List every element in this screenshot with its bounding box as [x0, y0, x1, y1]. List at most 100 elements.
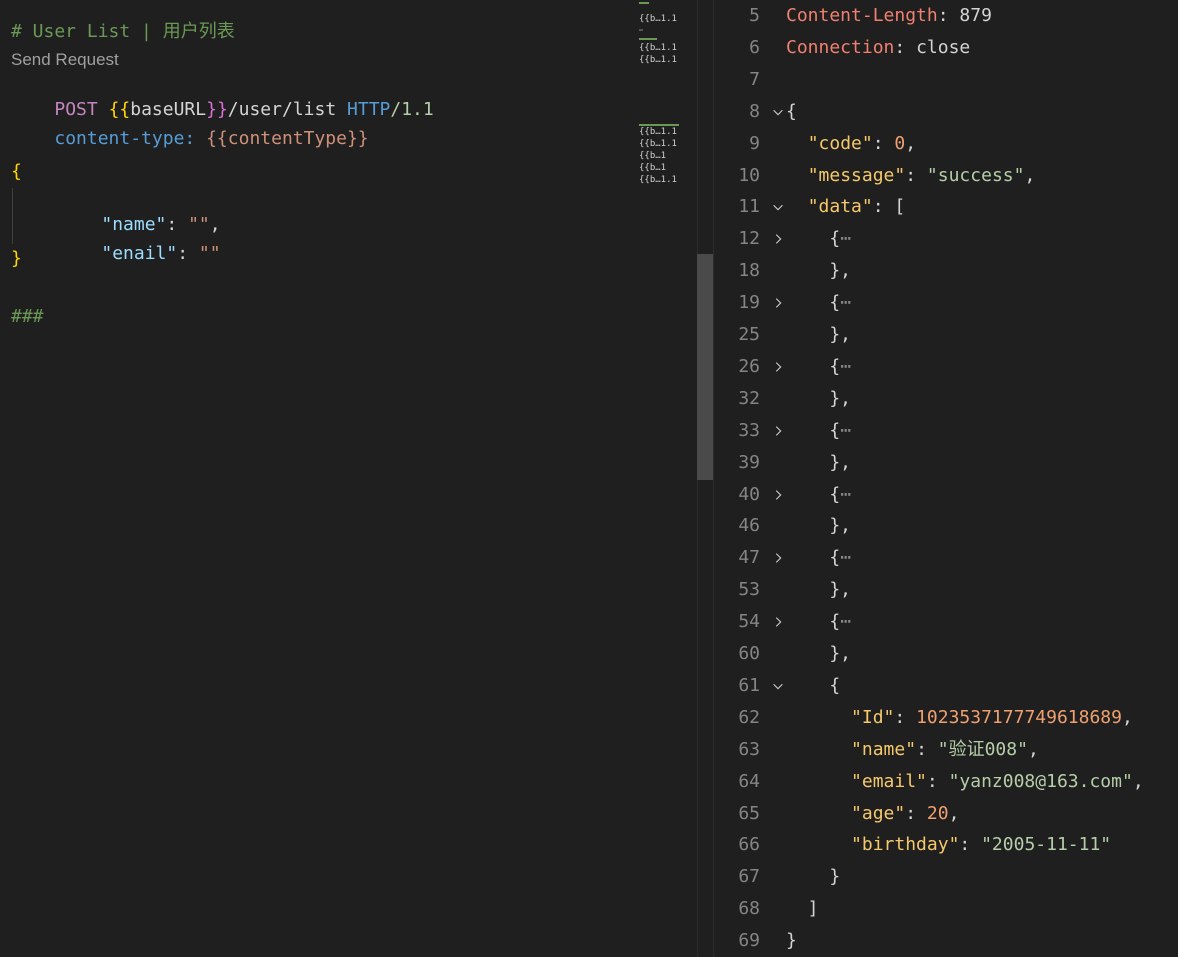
token-punct: {	[786, 228, 841, 250]
token-punct: :	[926, 770, 949, 792]
line-number: 33	[738, 419, 760, 441]
line-number: 7	[749, 68, 760, 90]
token-punct: },	[786, 387, 852, 409]
response-line: "name": "验证008",	[786, 738, 1039, 762]
chevron-right-icon[interactable]	[770, 546, 786, 570]
token-punct	[786, 707, 851, 728]
response-line: "message": "success",	[786, 164, 1036, 188]
header-line: content-type: {{contentType}}	[11, 103, 368, 149]
token-punct: {	[786, 674, 841, 696]
token-jnum: 0	[894, 132, 906, 154]
token-ell: ⋯	[840, 228, 852, 250]
response-line: },	[786, 642, 851, 666]
minimap-dot	[639, 29, 643, 31]
response-line: {⋯	[786, 610, 851, 634]
token-punct: :	[937, 5, 960, 26]
chevron-down-icon[interactable]	[770, 674, 786, 698]
token-punct: ,	[1027, 738, 1039, 760]
line-number: 32	[738, 387, 760, 409]
request-editor[interactable]: # User List | 用户列表 Send Request POST {{b…	[0, 0, 697, 957]
response-line: "data": [	[786, 195, 906, 219]
minimap-line: {{b…1.1	[639, 139, 677, 149]
line-number: 25	[738, 324, 760, 345]
token-jkey: "birthday"	[851, 834, 960, 856]
token-punct: :	[872, 132, 895, 154]
response-line: "birthday": "2005-11-11"	[786, 833, 1111, 857]
token-punct: }	[786, 930, 797, 952]
response-line: "Id": 1023537177749618689,	[786, 706, 1133, 730]
response-line: ]	[786, 897, 819, 921]
token-punct: ,	[1132, 770, 1144, 792]
editor-scrollbar-thumb[interactable]	[697, 254, 713, 480]
line-number: 69	[738, 930, 760, 952]
line-number: 62	[738, 706, 760, 728]
token-punct: {	[786, 611, 841, 633]
response-line: Content-Length: 879	[786, 4, 992, 28]
token-punct: },	[786, 579, 852, 601]
response-line: },	[786, 259, 851, 283]
token-punct: :	[894, 706, 917, 728]
response-line: {	[786, 100, 797, 124]
token-punct: :	[905, 164, 927, 186]
token-punct: {	[786, 483, 841, 505]
token-ell: ⋯	[840, 419, 852, 441]
token-ell: ⋯	[840, 292, 852, 314]
response-line: }	[786, 865, 840, 889]
token-punct: :	[959, 834, 982, 856]
token-punct: {	[786, 355, 841, 377]
line-number: 67	[738, 866, 760, 888]
minimap-line: {{b…1.1	[639, 43, 677, 53]
line-number: 12	[738, 228, 760, 250]
token-rkey: Connection	[786, 36, 895, 58]
token-jstr: "验证008"	[937, 738, 1028, 760]
chevron-right-icon[interactable]	[770, 610, 786, 634]
line-number: 60	[738, 643, 760, 664]
token-punct: ]	[786, 898, 819, 920]
chevron-right-icon[interactable]	[770, 291, 786, 315]
token-jnum: 20	[926, 802, 949, 824]
chevron-right-icon[interactable]	[770, 419, 786, 443]
line-number: 39	[738, 451, 760, 473]
token-punct	[786, 165, 808, 186]
response-line: },	[786, 514, 851, 538]
chevron-right-icon[interactable]	[770, 483, 786, 507]
token-punct: },	[786, 515, 852, 537]
line-number: 9	[749, 132, 760, 154]
response-line: {⋯	[786, 227, 851, 251]
token-punct: :	[916, 738, 938, 760]
line-number: 63	[738, 738, 760, 760]
token-jnum: 1023537177749618689	[916, 706, 1122, 728]
response-viewer[interactable]: 5 Content-Length: 879 6 Connection: close 7 8…	[714, 0, 1178, 957]
chevron-down-icon[interactable]	[770, 195, 786, 219]
indent-guide	[12, 188, 13, 244]
minimap[interactable]: {{b…1.1 {{b…1.1 {{b…1.1 {{b…1.1 {{b…1.1 …	[639, 0, 695, 200]
response-line: },	[786, 387, 851, 411]
request-line: POST {{baseURL}}/user/list HTTP/1.1	[11, 74, 433, 120]
line-number: 19	[738, 292, 760, 314]
token-punct: ,	[1024, 164, 1036, 186]
line-number: 26	[738, 355, 760, 377]
token-punct: {	[786, 419, 841, 441]
token-punct: {	[786, 292, 841, 314]
field-sep: :	[177, 243, 199, 264]
header-key: content-type:	[54, 128, 196, 149]
token-punct: ,	[948, 802, 960, 824]
chevron-right-icon[interactable]	[770, 355, 786, 379]
token-jkey: "age"	[851, 802, 906, 824]
chevron-right-icon[interactable]	[770, 227, 786, 251]
token-punct	[786, 196, 808, 217]
line-number: 46	[738, 515, 760, 537]
token-punct	[786, 803, 851, 824]
token-punct: }	[786, 866, 841, 888]
token-punct	[786, 834, 851, 855]
token-punct: ,	[1121, 706, 1133, 728]
send-request-link[interactable]: Send Request	[11, 49, 119, 71]
token-jkey: "data"	[807, 196, 873, 218]
line-number: 5	[749, 5, 760, 26]
token-jkey: "email"	[851, 770, 927, 792]
chevron-down-icon[interactable]	[770, 100, 786, 124]
line-number: 18	[738, 260, 760, 282]
body-open-brace: {	[11, 161, 22, 182]
line-number: 54	[738, 611, 760, 633]
line-number: 6	[749, 36, 760, 58]
